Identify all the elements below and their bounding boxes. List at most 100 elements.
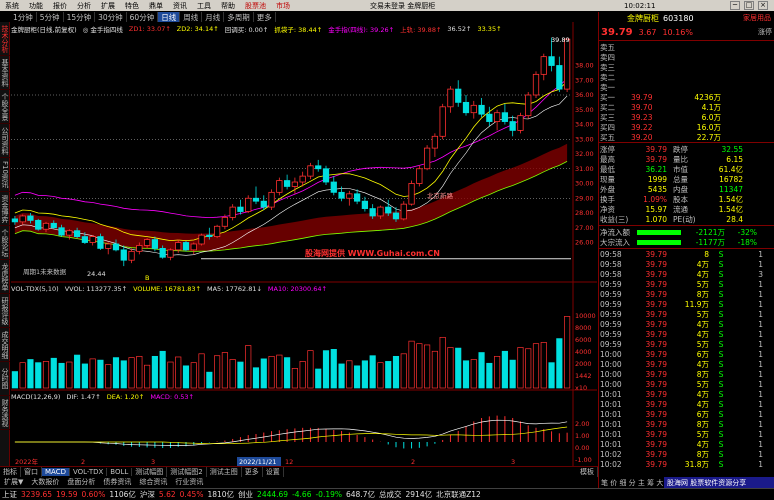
menu-item-stock-pool[interactable]: 股票池 [240,1,271,11]
volume-bar [307,350,314,389]
volume-bar [74,354,81,389]
tab-test-sub2[interactable]: 测试幅图2 [167,467,207,477]
stat-row: 外盘 5435 内盘 11347 [599,184,774,194]
vol-indicator-name[interactable]: VOL-TDX(5,10) [11,285,59,293]
stat-value: 6.15 [726,154,743,164]
news-industry[interactable]: 行业资讯 [171,477,207,487]
bid-row[interactable]: 买二 39.70 4.1万 [599,102,774,112]
candle-body [198,234,205,245]
left-tab-trades[interactable]: 成交明细 [0,328,10,362]
ask-row[interactable]: 卖四 [599,52,774,62]
stat-row: 换手 1.09% 股本 1.54亿 [599,194,774,204]
volume-bar [128,357,135,389]
tab-template[interactable]: 模板 [577,467,598,477]
menu-item-quote[interactable]: 报价 [48,1,72,11]
bid-row[interactable]: 买五 39.20 22.7万 [599,132,774,142]
flow-row: 大宗流入 -1177万 -18% [599,237,774,247]
tab-window[interactable]: 窗口 [21,467,42,477]
left-tab-finance[interactable]: 财务透视 [0,396,10,430]
tick-row[interactable]: 09:58 39.79 8 S 1 [599,250,774,259]
upper-band-value: 上轨: 39.88↑ [400,26,442,34]
tick-row[interactable]: 10:02 39.79 8万 S 1 [599,450,774,459]
tab-indicator[interactable]: 指标 [0,467,21,477]
menu-item-news[interactable]: 资讯 [168,1,192,11]
left-tab-capital[interactable]: 资金博弈 [0,192,10,226]
industry-tag[interactable]: 家居用品 [743,13,771,23]
menu-item-order[interactable]: 鼎单 [144,1,168,11]
volume-bar [221,352,228,389]
bid-row[interactable]: 买三 39.23 6.0万 [599,112,774,122]
menu-item-system[interactable]: 系统 [0,1,24,11]
tick-row[interactable]: 10:00 39.79 6万 S 1 [599,350,774,359]
tab-macd[interactable]: MACD [42,468,70,476]
volume-bar [400,353,407,389]
tick-row[interactable]: 10:01 39.79 4万 S 1 [599,440,774,449]
tab-more[interactable]: 更多 [242,467,263,477]
tab-test-main[interactable]: 测试主图 [207,467,242,477]
maximize-button[interactable]: □ [744,1,754,10]
left-tab-basic[interactable]: 基本资料 [0,56,10,90]
tick-row[interactable]: 09:59 39.79 4万 S 1 [599,330,774,339]
macd-indicator-name[interactable]: MACD(12,26,9) [11,393,60,401]
bid-row[interactable]: 买四 39.22 16.0万 [599,122,774,132]
tick-row[interactable]: 10:00 39.79 4万 S 1 [599,360,774,369]
tick-row[interactable]: 10:01 39.79 5万 S 1 [599,430,774,439]
stat-value: 36.21 [645,164,667,174]
left-tab-dragon[interactable]: 龙虎榜单 [0,260,10,294]
news-big-quote[interactable]: 大数报价 [27,477,63,487]
news-extend[interactable]: 扩展▼ [0,477,27,487]
tab-test-sub[interactable]: 测试幅图 [132,467,168,477]
tick-footer[interactable]: 笔 价 细 分 主 筹 大 [601,478,663,488]
tick-row[interactable]: 09:59 39.79 5万 S 1 [599,280,774,289]
bid-row[interactable]: 买一 39.79 4236万 [599,92,774,102]
news-general[interactable]: 综合资讯 [135,477,171,487]
tab-vol-tdx[interactable]: VOL-TDX [70,468,108,476]
ask-row[interactable]: 卖五 [599,42,774,52]
menu-item-tools[interactable]: 工具 [192,1,216,11]
volume-bar [540,342,547,389]
news-bond[interactable]: 债券资讯 [99,477,135,487]
tick-time: 10:02 [600,460,622,470]
left-tab-intraday[interactable]: 分时图 [0,362,10,396]
menu-item-function[interactable]: 功能 [24,1,48,11]
tick-row[interactable]: 10:00 39.79 8万 S 1 [599,370,774,379]
news-market-analysis[interactable]: 盘面分析 [63,477,99,487]
menu-item-market[interactable]: 市场 [271,1,295,11]
ask-row[interactable]: 卖二 [599,72,774,82]
menu-item-analysis[interactable]: 分析 [72,1,96,11]
tick-row[interactable]: 10:01 39.79 8万 S 1 [599,420,774,429]
menu-item-feature[interactable]: 特色 [120,1,144,11]
tick-row[interactable]: 10:01 39.79 4万 S 1 [599,400,774,409]
left-tab-technical[interactable]: 技术分析 [0,22,10,56]
volume-bar [81,363,88,389]
tick-row[interactable]: 09:59 39.79 4万 S 1 [599,320,774,329]
menu-item-help[interactable]: 帮助 [216,1,240,11]
tick-row[interactable]: 10:00 39.79 5万 S 1 [599,380,774,389]
tick-row[interactable]: 09:59 39.79 8万 S 1 [599,290,774,299]
close-button[interactable]: × [758,1,768,10]
tick-row[interactable]: 10:01 39.79 4万 S 1 [599,390,774,399]
tick-row[interactable]: 09:59 39.79 5万 S 1 [599,310,774,319]
volume-bar [11,371,18,389]
tick-row[interactable]: 09:58 39.79 4万 S 3 [599,270,774,279]
ask-row[interactable]: 卖三 [599,62,774,72]
ask-row[interactable]: 卖一 [599,82,774,92]
tab-boll[interactable]: BOLL [107,468,133,476]
tick-time: 09:59 [600,340,622,350]
left-tab-company[interactable]: 公司资料 [0,124,10,158]
left-tab-research[interactable]: 研报评级 [0,294,10,328]
left-tab-panorama[interactable]: 个股全景 [0,90,10,124]
tab-settings[interactable]: 设置 [263,467,284,477]
left-tab-f10[interactable]: F10资讯 [0,158,10,192]
main-indicator-name[interactable]: ◎ 金手指四线 [83,24,123,34]
tick-price: 39.79 [645,460,667,470]
tick-row[interactable]: 10:02 39.79 31.8万 S 1 [599,460,774,469]
tick-row[interactable]: 09:59 39.79 5万 S 1 [599,340,774,349]
minimize-button[interactable]: ─ [730,1,740,10]
tick-row[interactable]: 09:58 39.79 4万 S 1 [599,260,774,269]
menu-item-extend[interactable]: 扩展 [96,1,120,11]
left-tab-forum[interactable]: 个股论坛 [0,226,10,260]
tick-row[interactable]: 09:59 39.79 11.9万 S 1 [599,300,774,309]
candle-body [369,208,376,217]
tick-row[interactable]: 10:01 39.79 6万 S 1 [599,410,774,419]
